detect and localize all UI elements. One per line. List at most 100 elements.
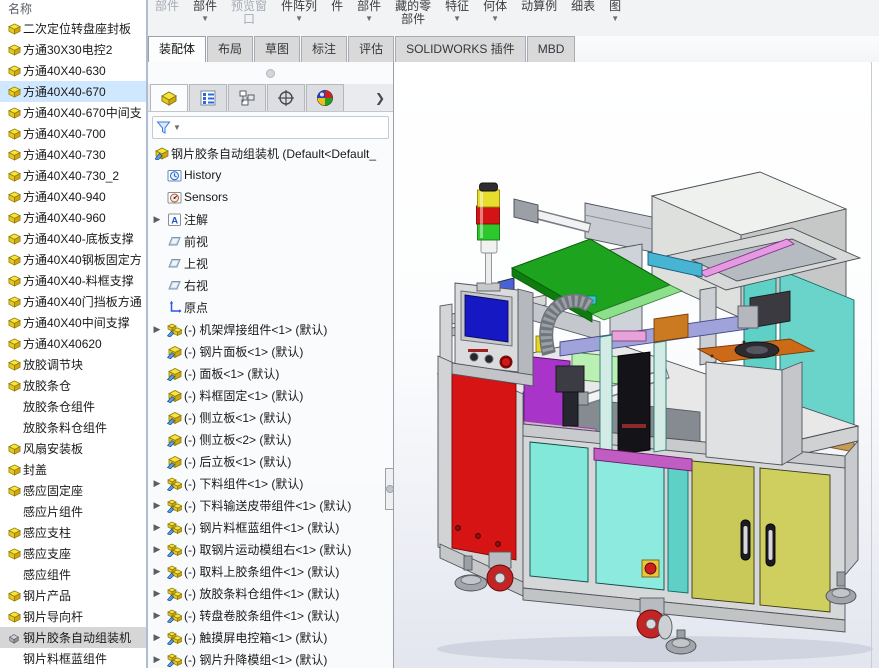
tree-item[interactable]: ▶ 上视: [148, 252, 393, 274]
file-list-item[interactable]: 方通40X40中间支撑: [0, 312, 146, 333]
file-list-item[interactable]: 方通40X40-料框支撑: [0, 270, 146, 291]
tab-overflow-chevron-icon[interactable]: ❯: [367, 84, 393, 111]
file-list-item[interactable]: 感应组件: [0, 564, 146, 585]
tree-item[interactable]: ▶ 前视: [148, 230, 393, 252]
file-list-item[interactable]: 钢片料框蓝组件: [0, 648, 146, 668]
tree-item[interactable]: ▶ A 注解: [148, 208, 393, 230]
expand-arrow-icon[interactable]: ▶: [150, 654, 164, 665]
tree-item[interactable]: ▶ History: [148, 164, 393, 186]
file-list-item[interactable]: 感应支座: [0, 543, 146, 564]
commandmanager-tab[interactable]: MBD: [527, 36, 576, 62]
tree-item[interactable]: ▶ (-) 钢片面板<1> (默认): [148, 340, 393, 362]
file-list-item[interactable]: 钢片胶条自动组装机: [0, 627, 146, 648]
chevron-down-icon[interactable]: ▼: [295, 14, 303, 23]
file-list-item[interactable]: 方通40X40-960: [0, 207, 146, 228]
chevron-down-icon[interactable]: ▼: [365, 14, 373, 23]
commandmanager-tab[interactable]: 评估: [348, 36, 394, 62]
ribbon-button[interactable]: 件阵列 ▼: [274, 0, 324, 36]
chevron-down-icon[interactable]: ▼: [611, 14, 619, 23]
tree-item[interactable]: ▶ (-) 料框固定<1> (默认): [148, 384, 393, 406]
commandmanager-tab[interactable]: 标注: [301, 36, 347, 62]
file-list-item[interactable]: 钢片产品: [0, 585, 146, 606]
file-list-item[interactable]: 感应支柱: [0, 522, 146, 543]
file-list-item[interactable]: 二次定位转盘座封板: [0, 18, 146, 39]
file-list-item[interactable]: 感应片组件: [0, 501, 146, 522]
ribbon-button[interactable]: 图 ▼: [602, 0, 628, 36]
chevron-down-icon[interactable]: ▼: [173, 123, 181, 132]
expand-arrow-icon[interactable]: ▶: [150, 588, 164, 599]
tree-item[interactable]: ▶ (-) 取钢片运动模组右<1> (默认): [148, 538, 393, 560]
chevron-down-icon[interactable]: ▼: [491, 14, 499, 23]
file-list-item[interactable]: 感应固定座: [0, 480, 146, 501]
file-list-item[interactable]: 方通40X40-670中间支: [0, 102, 146, 123]
file-list-item[interactable]: 放胶条料仓组件: [0, 417, 146, 438]
file-list-item[interactable]: 放胶条仓: [0, 375, 146, 396]
graphics-viewport[interactable]: ❯ ▼ 钢片胶条自动组装机 (Default<Default_ ▶: [148, 62, 879, 668]
ribbon-button[interactable]: 细表 ▼: [564, 0, 602, 36]
ribbon-button[interactable]: 部件 ▼: [186, 0, 224, 36]
file-list-item[interactable]: 方通40X40钢板固定方: [0, 249, 146, 270]
file-list-item[interactable]: 方通40X40-730: [0, 144, 146, 165]
chevron-down-icon[interactable]: ▼: [201, 14, 209, 23]
ribbon-button[interactable]: 特征 ▼: [438, 0, 476, 36]
tree-item[interactable]: ▶ Sensors: [148, 186, 393, 208]
tree-item[interactable]: ▶ 原点: [148, 296, 393, 318]
tree-item[interactable]: ▶ (-) 下料输送皮带组件<1> (默认): [148, 494, 393, 516]
commandmanager-tab[interactable]: SOLIDWORKS 插件: [395, 36, 526, 62]
expand-arrow-icon[interactable]: ▶: [150, 478, 164, 489]
commandmanager-tab[interactable]: 草图: [254, 36, 300, 62]
ribbon-button[interactable]: 藏的零 部件 ▼: [388, 0, 438, 36]
tree-item[interactable]: ▶ (-) 侧立板<2> (默认): [148, 428, 393, 450]
file-list-item[interactable]: 放胶条仓组件: [0, 396, 146, 417]
tree-item[interactable]: ▶ (-) 后立板<1> (默认): [148, 450, 393, 472]
chevron-down-icon[interactable]: ▼: [453, 14, 461, 23]
tree-item[interactable]: ▶ (-) 钢片升降模组<1> (默认): [148, 648, 393, 668]
tree-root-node[interactable]: 钢片胶条自动组装机 (Default<Default_: [148, 142, 393, 164]
tree-item[interactable]: ▶ 右视: [148, 274, 393, 296]
tree-item[interactable]: ▶ (-) 下料组件<1> (默认): [148, 472, 393, 494]
ribbon-button[interactable]: 件 ▼: [324, 0, 350, 36]
tower-light[interactable]: [477, 183, 501, 291]
ribbon-button[interactable]: 预览窗 口 ▼: [224, 0, 274, 36]
commandmanager-tab[interactable]: 布局: [207, 36, 253, 62]
panel-resize-handle[interactable]: [385, 468, 394, 510]
ribbon-button[interactable]: 何体 ▼: [476, 0, 514, 36]
tree-item[interactable]: ▶ (-) 机架焊接组件<1> (默认): [148, 318, 393, 340]
file-list-item[interactable]: 方通40X40-700: [0, 123, 146, 144]
expand-arrow-icon[interactable]: ▶: [150, 324, 164, 335]
control-panel[interactable]: [452, 283, 533, 386]
file-list-item[interactable]: 风扇安装板: [0, 438, 146, 459]
file-list-item[interactable]: 方通40X40门挡板方通: [0, 291, 146, 312]
tree-item[interactable]: ▶ (-) 转盘卷胶条组件<1> (默认): [148, 604, 393, 626]
expand-arrow-icon[interactable]: ▶: [150, 566, 164, 577]
featuremanager-tab[interactable]: [150, 84, 188, 111]
ribbon-button[interactable]: 部件 ▼: [350, 0, 388, 36]
file-list-item[interactable]: 钢片导向杆: [0, 606, 146, 627]
file-list-item[interactable]: 方通40X40-730_2: [0, 165, 146, 186]
file-list-item[interactable]: 封盖: [0, 459, 146, 480]
tree-item[interactable]: ▶ (-) 钢片料框蓝组件<1> (默认): [148, 516, 393, 538]
panel-splitter-grip[interactable]: [148, 62, 393, 84]
file-list-item[interactable]: 方通30X30电控2: [0, 39, 146, 60]
tree-item[interactable]: ▶ (-) 放胶条料仓组件<1> (默认): [148, 582, 393, 604]
ribbon-button[interactable]: 动算例 ▼: [514, 0, 564, 36]
expand-arrow-icon[interactable]: ▶: [150, 632, 164, 643]
expand-arrow-icon[interactable]: ▶: [150, 214, 164, 225]
ribbon-button[interactable]: 部件 ▼: [148, 0, 186, 36]
dimxpertmanager-tab[interactable]: [267, 84, 305, 111]
file-list-header-name[interactable]: 名称: [0, 0, 146, 18]
tree-item[interactable]: ▶ (-) 面板<1> (默认): [148, 362, 393, 384]
configurationmanager-tab[interactable]: [228, 84, 266, 111]
tree-item[interactable]: ▶ (-) 取料上胶条组件<1> (默认): [148, 560, 393, 582]
expand-arrow-icon[interactable]: ▶: [150, 500, 164, 511]
file-list-item[interactable]: 方通40X40-940: [0, 186, 146, 207]
commandmanager-tab[interactable]: 装配体: [148, 36, 206, 62]
file-list-item[interactable]: 放胶调节块: [0, 354, 146, 375]
displaymanager-tab[interactable]: [306, 84, 344, 111]
file-list-item[interactable]: 方通40X40-底板支撑: [0, 228, 146, 249]
tree-item[interactable]: ▶ (-) 侧立板<1> (默认): [148, 406, 393, 428]
propertymanager-tab[interactable]: [189, 84, 227, 111]
expand-arrow-icon[interactable]: ▶: [150, 522, 164, 533]
expand-arrow-icon[interactable]: ▶: [150, 610, 164, 621]
file-list-item[interactable]: 方通40X40-630: [0, 60, 146, 81]
